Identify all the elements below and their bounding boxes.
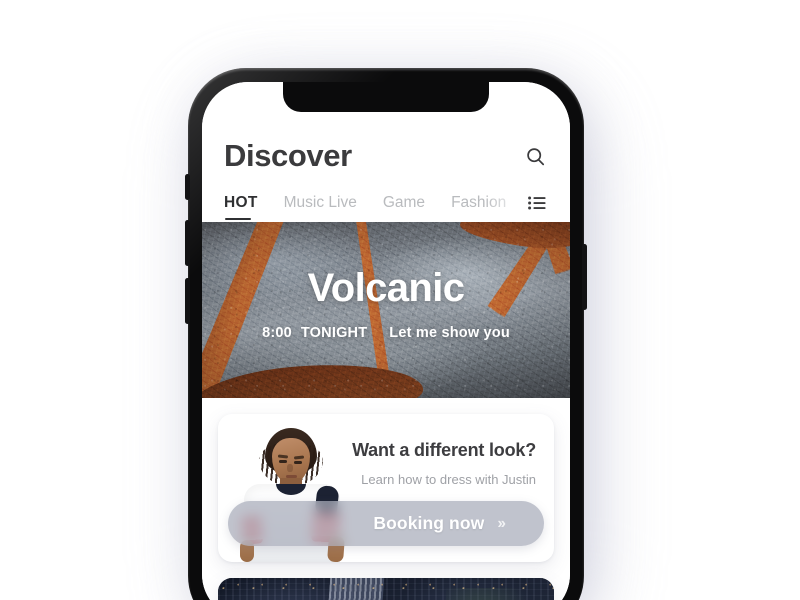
booking-now-button[interactable]: Booking now ›› (228, 501, 544, 546)
tab-game[interactable]: Game (383, 194, 425, 220)
phone-screen: Discover HOT Music Live Game Fashion Vol… (202, 82, 570, 600)
title-row: Discover (224, 132, 548, 180)
hero-title: Volcanic (307, 266, 465, 310)
phone-device-frame: Discover HOT Music Live Game Fashion Vol… (185, 68, 587, 600)
hero-text-block: Volcanic 8:00 TONIGHT Let me show you (202, 268, 570, 341)
hero-subtitle-row: 8:00 TONIGHT Let me show you (202, 325, 570, 341)
search-icon[interactable] (522, 143, 548, 169)
card-heading: Want a different look? (352, 440, 536, 460)
hero-time: 8:00 (262, 325, 292, 341)
hero-schedule: TONIGHT (300, 325, 368, 341)
volume-down-button[interactable] (185, 278, 190, 324)
booking-now-label: Booking now (373, 513, 485, 533)
page-title: Discover (224, 138, 352, 173)
card-copy-block: Want a different look? Learn how to dres… (336, 440, 544, 487)
silent-switch-button[interactable] (185, 174, 190, 200)
hero-tagline: Let me show you (389, 325, 510, 341)
device-notch (283, 82, 489, 112)
double-chevron-right-icon: ›› (497, 514, 506, 532)
volume-up-button[interactable] (185, 220, 190, 266)
category-tabs: HOT Music Live Game Fashion (224, 180, 548, 222)
tab-hot[interactable]: HOT (224, 194, 258, 220)
promo-card-look[interactable]: Want a different look? Learn how to dres… (218, 414, 554, 562)
card-subtitle: Learn how to dress with Justin (361, 472, 536, 487)
promo-card-city[interactable] (218, 578, 554, 600)
list-view-icon[interactable] (526, 192, 548, 214)
content-feed: Want a different look? Learn how to dres… (202, 414, 570, 600)
tabs-scroll-area[interactable]: HOT Music Live Game Fashion (224, 194, 520, 220)
screenshot-canvas: Discover HOT Music Live Game Fashion Vol… (0, 0, 800, 600)
tab-music-live[interactable]: Music Live (284, 194, 357, 220)
tab-fashion[interactable]: Fashion (451, 194, 506, 220)
hero-banner[interactable]: Volcanic 8:00 TONIGHT Let me show you (202, 222, 570, 398)
power-button[interactable] (582, 244, 587, 310)
city-aerial-photo (218, 578, 554, 600)
